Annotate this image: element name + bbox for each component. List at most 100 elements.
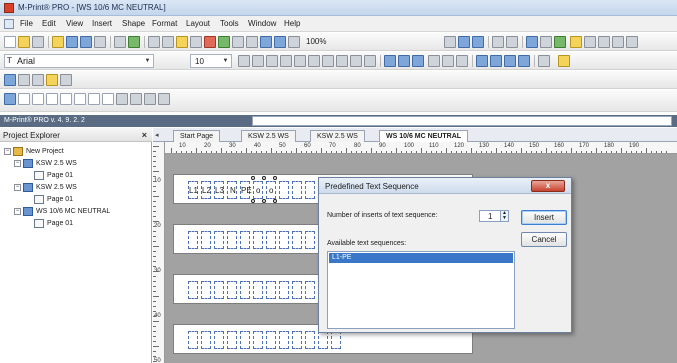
tab-scroll-left-icon[interactable]: ◂ — [155, 131, 159, 139]
document-icon[interactable] — [4, 19, 14, 29]
barcode-icon[interactable] — [130, 93, 142, 105]
grid-icon[interactable] — [232, 36, 244, 48]
valign-top-icon[interactable] — [428, 55, 440, 67]
label-cell[interactable] — [214, 231, 224, 249]
tree-item-ws[interactable]: − WS 10/6 MC NEUTRAL — [14, 206, 110, 217]
check-icon[interactable] — [218, 36, 230, 48]
filter-icon[interactable] — [612, 36, 624, 48]
rotate-90-icon[interactable] — [490, 55, 502, 67]
label-cell[interactable] — [266, 231, 276, 249]
columns-icon[interactable] — [540, 36, 552, 48]
label-cell[interactable] — [240, 231, 250, 249]
shrink-font-icon[interactable] — [252, 55, 264, 67]
rotate-0-icon[interactable] — [476, 55, 488, 67]
collapse-icon[interactable]: − — [14, 160, 21, 167]
label-cell[interactable] — [279, 281, 289, 299]
label-cell[interactable] — [201, 231, 211, 249]
chevron-down-icon[interactable]: ▼ — [221, 56, 230, 66]
align-center-icon[interactable] — [398, 55, 410, 67]
zoom-in-icon[interactable] — [458, 36, 470, 48]
label-cell[interactable] — [188, 281, 198, 299]
menu-edit[interactable]: Edit — [42, 19, 56, 28]
label-cell[interactable] — [279, 331, 289, 349]
tree-item-ws[interactable]: − KSW 2.5 WS — [14, 182, 77, 193]
rounded-rect-icon[interactable] — [74, 93, 86, 105]
selection-handle[interactable] — [251, 199, 255, 203]
label-cell[interactable] — [279, 231, 289, 249]
label-cell[interactable] — [318, 331, 328, 349]
table-icon[interactable] — [246, 36, 258, 48]
layer2-icon[interactable] — [506, 36, 518, 48]
label-cell[interactable] — [240, 331, 250, 349]
database-icon[interactable] — [570, 36, 582, 48]
print-setup-icon[interactable] — [32, 36, 44, 48]
undo-icon[interactable] — [260, 36, 272, 48]
redo-icon[interactable] — [274, 36, 286, 48]
tree-item-ws[interactable]: − KSW 2.5 WS — [14, 158, 77, 169]
text-color-icon[interactable] — [538, 55, 550, 67]
inserts-value[interactable]: 1 — [488, 212, 492, 221]
label-cell[interactable] — [188, 231, 198, 249]
tree-item-page[interactable]: Page 01 — [34, 194, 73, 205]
text-frame-icon[interactable] — [32, 93, 44, 105]
tree-item-page[interactable]: Page 01 — [34, 170, 73, 181]
cancel-button[interactable]: Cancel — [521, 232, 567, 247]
label-cell[interactable] — [266, 281, 276, 299]
copy-icon[interactable] — [162, 36, 174, 48]
font-combo[interactable]: T Arial ▼ — [4, 54, 154, 68]
label-cell[interactable] — [292, 181, 302, 199]
fill-color-icon[interactable] — [558, 55, 570, 67]
label-cell[interactable] — [227, 231, 237, 249]
label-cell[interactable] — [292, 281, 302, 299]
zoom-dropdown-icon[interactable] — [444, 36, 456, 48]
pointer-icon[interactable] — [4, 93, 16, 105]
symbol-icon[interactable] — [144, 93, 156, 105]
menu-tools[interactable]: Tools — [220, 19, 239, 28]
print-icon[interactable] — [94, 36, 106, 48]
collapse-icon[interactable]: − — [14, 208, 21, 215]
delete-icon[interactable] — [204, 36, 216, 48]
label-cell[interactable] — [305, 231, 315, 249]
italic-icon[interactable] — [336, 55, 348, 67]
label-cell[interactable] — [214, 331, 224, 349]
dash-style-icon[interactable] — [32, 74, 44, 86]
menu-file[interactable]: File — [20, 19, 33, 28]
ellipse-icon[interactable] — [102, 93, 114, 105]
menu-format[interactable]: Format — [152, 19, 177, 28]
menu-view[interactable]: View — [66, 19, 83, 28]
label-cell[interactable] — [305, 181, 315, 199]
tab-ksw-1[interactable]: KSW 2.5 WS — [241, 130, 296, 142]
valign-bottom-icon[interactable] — [456, 55, 468, 67]
label-cell[interactable] — [331, 331, 341, 349]
cut-icon[interactable] — [148, 36, 160, 48]
menu-insert[interactable]: Insert — [92, 19, 112, 28]
valign-middle-icon[interactable] — [442, 55, 454, 67]
insert-button[interactable]: Insert — [521, 210, 567, 225]
menu-window[interactable]: Window — [248, 19, 276, 28]
spin-arrows-icon[interactable]: ▲ ▼ — [500, 211, 508, 221]
selection-handle[interactable] — [273, 199, 277, 203]
chevron-down-icon[interactable]: ▼ — [143, 56, 152, 66]
graphic-icon[interactable] — [158, 93, 170, 105]
plot-icon[interactable] — [128, 36, 140, 48]
inserts-stepper[interactable]: 1 ▲ ▼ — [479, 210, 509, 222]
label-cell[interactable] — [201, 331, 211, 349]
numbering-icon[interactable] — [322, 55, 334, 67]
format-painter-icon[interactable] — [190, 36, 202, 48]
sort-icon[interactable] — [584, 36, 596, 48]
tab-ws-10-6[interactable]: WS 10/6 MC NEUTRAL — [379, 130, 469, 142]
label-cell[interactable] — [305, 331, 315, 349]
new-icon[interactable] — [4, 36, 16, 48]
rotate-180-icon[interactable] — [504, 55, 516, 67]
open-folder-icon[interactable] — [52, 36, 64, 48]
label-cell[interactable] — [201, 281, 211, 299]
label-cell[interactable] — [253, 231, 263, 249]
close-icon[interactable]: × — [142, 130, 147, 140]
line-color-icon[interactable] — [4, 74, 16, 86]
list-item[interactable]: L1-PE — [329, 253, 513, 263]
label-cell[interactable] — [266, 331, 276, 349]
print-preview-icon[interactable] — [114, 36, 126, 48]
selection-handle[interactable] — [262, 199, 266, 203]
tree-item-project[interactable]: − New Project — [4, 146, 64, 157]
save-all-icon[interactable] — [80, 36, 92, 48]
